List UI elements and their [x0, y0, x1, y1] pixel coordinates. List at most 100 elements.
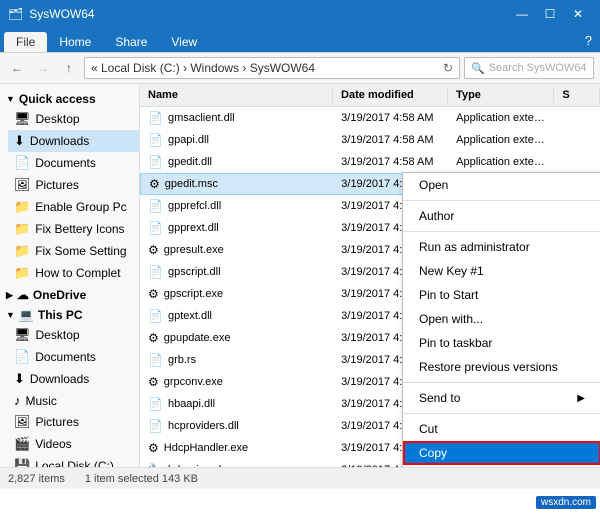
file-name: gptext.dll: [168, 310, 212, 322]
this-pc-items: 🖥Desktop📄Documents⬇Downloads♪Music🖼Pictu…: [0, 324, 139, 467]
drive-icon: 📄: [14, 349, 30, 365]
sidebar-item-downloads[interactable]: ⬇Downloads: [8, 130, 139, 152]
header-date[interactable]: Date modified: [333, 87, 448, 103]
file-name: gpscript.dll: [168, 266, 221, 278]
search-box[interactable]: 🔍 Search SysWOW64: [464, 57, 594, 79]
file-name: HdcpHandler.exe: [164, 442, 248, 454]
refresh-icon[interactable]: ↻: [443, 61, 453, 75]
file-icon: ⚙: [149, 177, 160, 191]
sidebar-item-pc-pictures[interactable]: 🖼Pictures: [8, 411, 139, 433]
drive-icon: 🖼: [14, 414, 31, 430]
folder-icon: ⬇: [14, 133, 25, 149]
up-button[interactable]: ↑: [58, 57, 80, 79]
sidebar-item-pc-desktop[interactable]: 🖥Desktop: [8, 324, 139, 346]
sidebar-item-pc-videos[interactable]: 🎬Videos: [8, 433, 139, 455]
sidebar-item-enable-group-pc[interactable]: 📁Enable Group Pc: [8, 196, 139, 218]
close-button[interactable]: ✕: [564, 0, 592, 28]
tab-home[interactable]: Home: [47, 32, 103, 52]
help-icon[interactable]: ?: [585, 33, 592, 48]
sidebar-item-documents[interactable]: 📄Documents: [8, 152, 139, 174]
sidebar-item-desktop[interactable]: 🖥Desktop: [8, 108, 139, 130]
file-icon: 🔧: [148, 463, 163, 468]
context-menu-separator: [403, 200, 600, 201]
title-bar: 🗂 SysWOW64 — ☐ ✕: [0, 0, 600, 28]
file-icon: 📄: [148, 419, 163, 433]
main-area: ▼ Quick access 🖥Desktop⬇Downloads📄Docume…: [0, 84, 600, 467]
context-menu-item-author[interactable]: Author: [403, 204, 600, 228]
search-placeholder: Search SysWOW64: [489, 62, 587, 74]
file-name: hcproviders.dll: [168, 420, 239, 432]
file-name: gpedit.msc: [165, 178, 218, 190]
header-name[interactable]: Name: [140, 87, 333, 103]
file-icon: 📄: [148, 353, 163, 367]
context-menu-item-run-as-administrator[interactable]: Run as administrator: [403, 235, 600, 259]
sidebar-item-pc-documents[interactable]: 📄Documents: [8, 346, 139, 368]
file-name: gmsaclient.dll: [168, 112, 235, 124]
context-menu-item-new-key-#1[interactable]: New Key #1: [403, 259, 600, 283]
folder-icon: 📁: [14, 243, 30, 259]
file-name: gpresult.exe: [164, 244, 224, 256]
context-menu-item-send-to[interactable]: Send to▶: [403, 386, 600, 410]
tab-share[interactable]: Share: [103, 32, 159, 52]
file-name: grb.rs: [168, 354, 196, 366]
chevron-down-icon: ▼: [6, 94, 15, 104]
title-bar-controls: — ☐ ✕: [508, 0, 592, 28]
folder-icon: 🖥: [14, 111, 31, 127]
tab-file[interactable]: File: [4, 32, 47, 52]
item-count: 2,827 items: [8, 473, 65, 485]
folder-icon: 📁: [14, 199, 30, 215]
table-row[interactable]: 📄 gmsaclient.dll 3/19/2017 4:58 AM Appli…: [140, 107, 600, 129]
title-bar-left: 🗂 SysWOW64: [8, 7, 95, 21]
sidebar-item-pc-music[interactable]: ♪Music: [8, 390, 139, 411]
minimize-button[interactable]: —: [508, 0, 536, 28]
address-text: « Local Disk (C:) › Windows › SysWOW64: [91, 61, 315, 75]
computer-icon: 💻: [19, 308, 34, 322]
address-path[interactable]: « Local Disk (C:) › Windows › SysWOW64 ↻: [84, 57, 460, 79]
chevron-right-icon: ▶: [6, 290, 13, 301]
onedrive-label: OneDrive: [33, 288, 86, 302]
drive-icon: 💾: [14, 458, 30, 467]
sidebar-item-fix-some-setting[interactable]: 📁Fix Some Setting: [8, 240, 139, 262]
context-menu-separator: [403, 413, 600, 414]
ribbon-tabs: File Home Share View ?: [0, 28, 600, 52]
table-row[interactable]: 📄 gpedit.dll 3/19/2017 4:58 AM Applicati…: [140, 151, 600, 173]
file-name: hdwwiz.cpl: [168, 464, 221, 468]
quick-access-section[interactable]: ▼ Quick access: [0, 88, 139, 108]
file-icon: 📄: [148, 199, 163, 213]
file-name: gpprext.dll: [168, 222, 219, 234]
file-name: gpedit.dll: [168, 156, 212, 168]
onedrive-icon: ☁: [17, 288, 29, 302]
maximize-button[interactable]: ☐: [536, 0, 564, 28]
context-menu: Open Author Run as administratorNew Key #1…: [402, 172, 600, 467]
context-menu-item-copy[interactable]: Copy: [403, 441, 600, 465]
header-size[interactable]: S: [554, 87, 600, 103]
file-name: gpscript.exe: [164, 288, 223, 300]
context-menu-item-cut[interactable]: Cut: [403, 417, 600, 441]
back-button[interactable]: ←: [6, 57, 28, 79]
table-row[interactable]: 📄 gpapi.dll 3/19/2017 4:58 AM Applicatio…: [140, 129, 600, 151]
sidebar-item-how-to-complet[interactable]: 📁How to Complet: [8, 262, 139, 284]
watermark: wsxdn.com: [536, 496, 596, 509]
selected-count: 1 item selected 143 KB: [85, 473, 198, 485]
this-pc-section[interactable]: ▼ 💻 This PC: [0, 304, 139, 324]
sidebar-item-pc-downloads[interactable]: ⬇Downloads: [8, 368, 139, 390]
header-type[interactable]: Type: [448, 87, 554, 103]
context-menu-item-open-with...[interactable]: Open with...: [403, 307, 600, 331]
file-header: Name Date modified Type S: [140, 84, 600, 107]
this-pc-label: This PC: [38, 308, 83, 322]
file-icon: 📄: [148, 265, 163, 279]
sidebar-item-pictures[interactable]: 🖼Pictures: [8, 174, 139, 196]
file-date: 3/19/2017 4:58 AM: [333, 156, 448, 168]
onedrive-section[interactable]: ▶ ☁ OneDrive: [0, 284, 139, 304]
sidebar-item-pc-local-disk--c:-[interactable]: 💾Local Disk (C:): [8, 455, 139, 467]
context-menu-item-pin-to-taskbar[interactable]: Pin to taskbar: [403, 331, 600, 355]
sidebar-item-fix-bettery-icons[interactable]: 📁Fix Bettery Icons: [8, 218, 139, 240]
tab-view[interactable]: View: [159, 32, 209, 52]
context-menu-item-open[interactable]: Open: [403, 173, 600, 197]
file-icon: 📄: [148, 221, 163, 235]
file-name: hbaapi.dll: [168, 398, 215, 410]
file-icon: ⚙: [148, 287, 159, 301]
context-menu-item-restore-previous-versions[interactable]: Restore previous versions: [403, 355, 600, 379]
forward-button[interactable]: →: [32, 57, 54, 79]
context-menu-item-pin-to-start[interactable]: Pin to Start: [403, 283, 600, 307]
